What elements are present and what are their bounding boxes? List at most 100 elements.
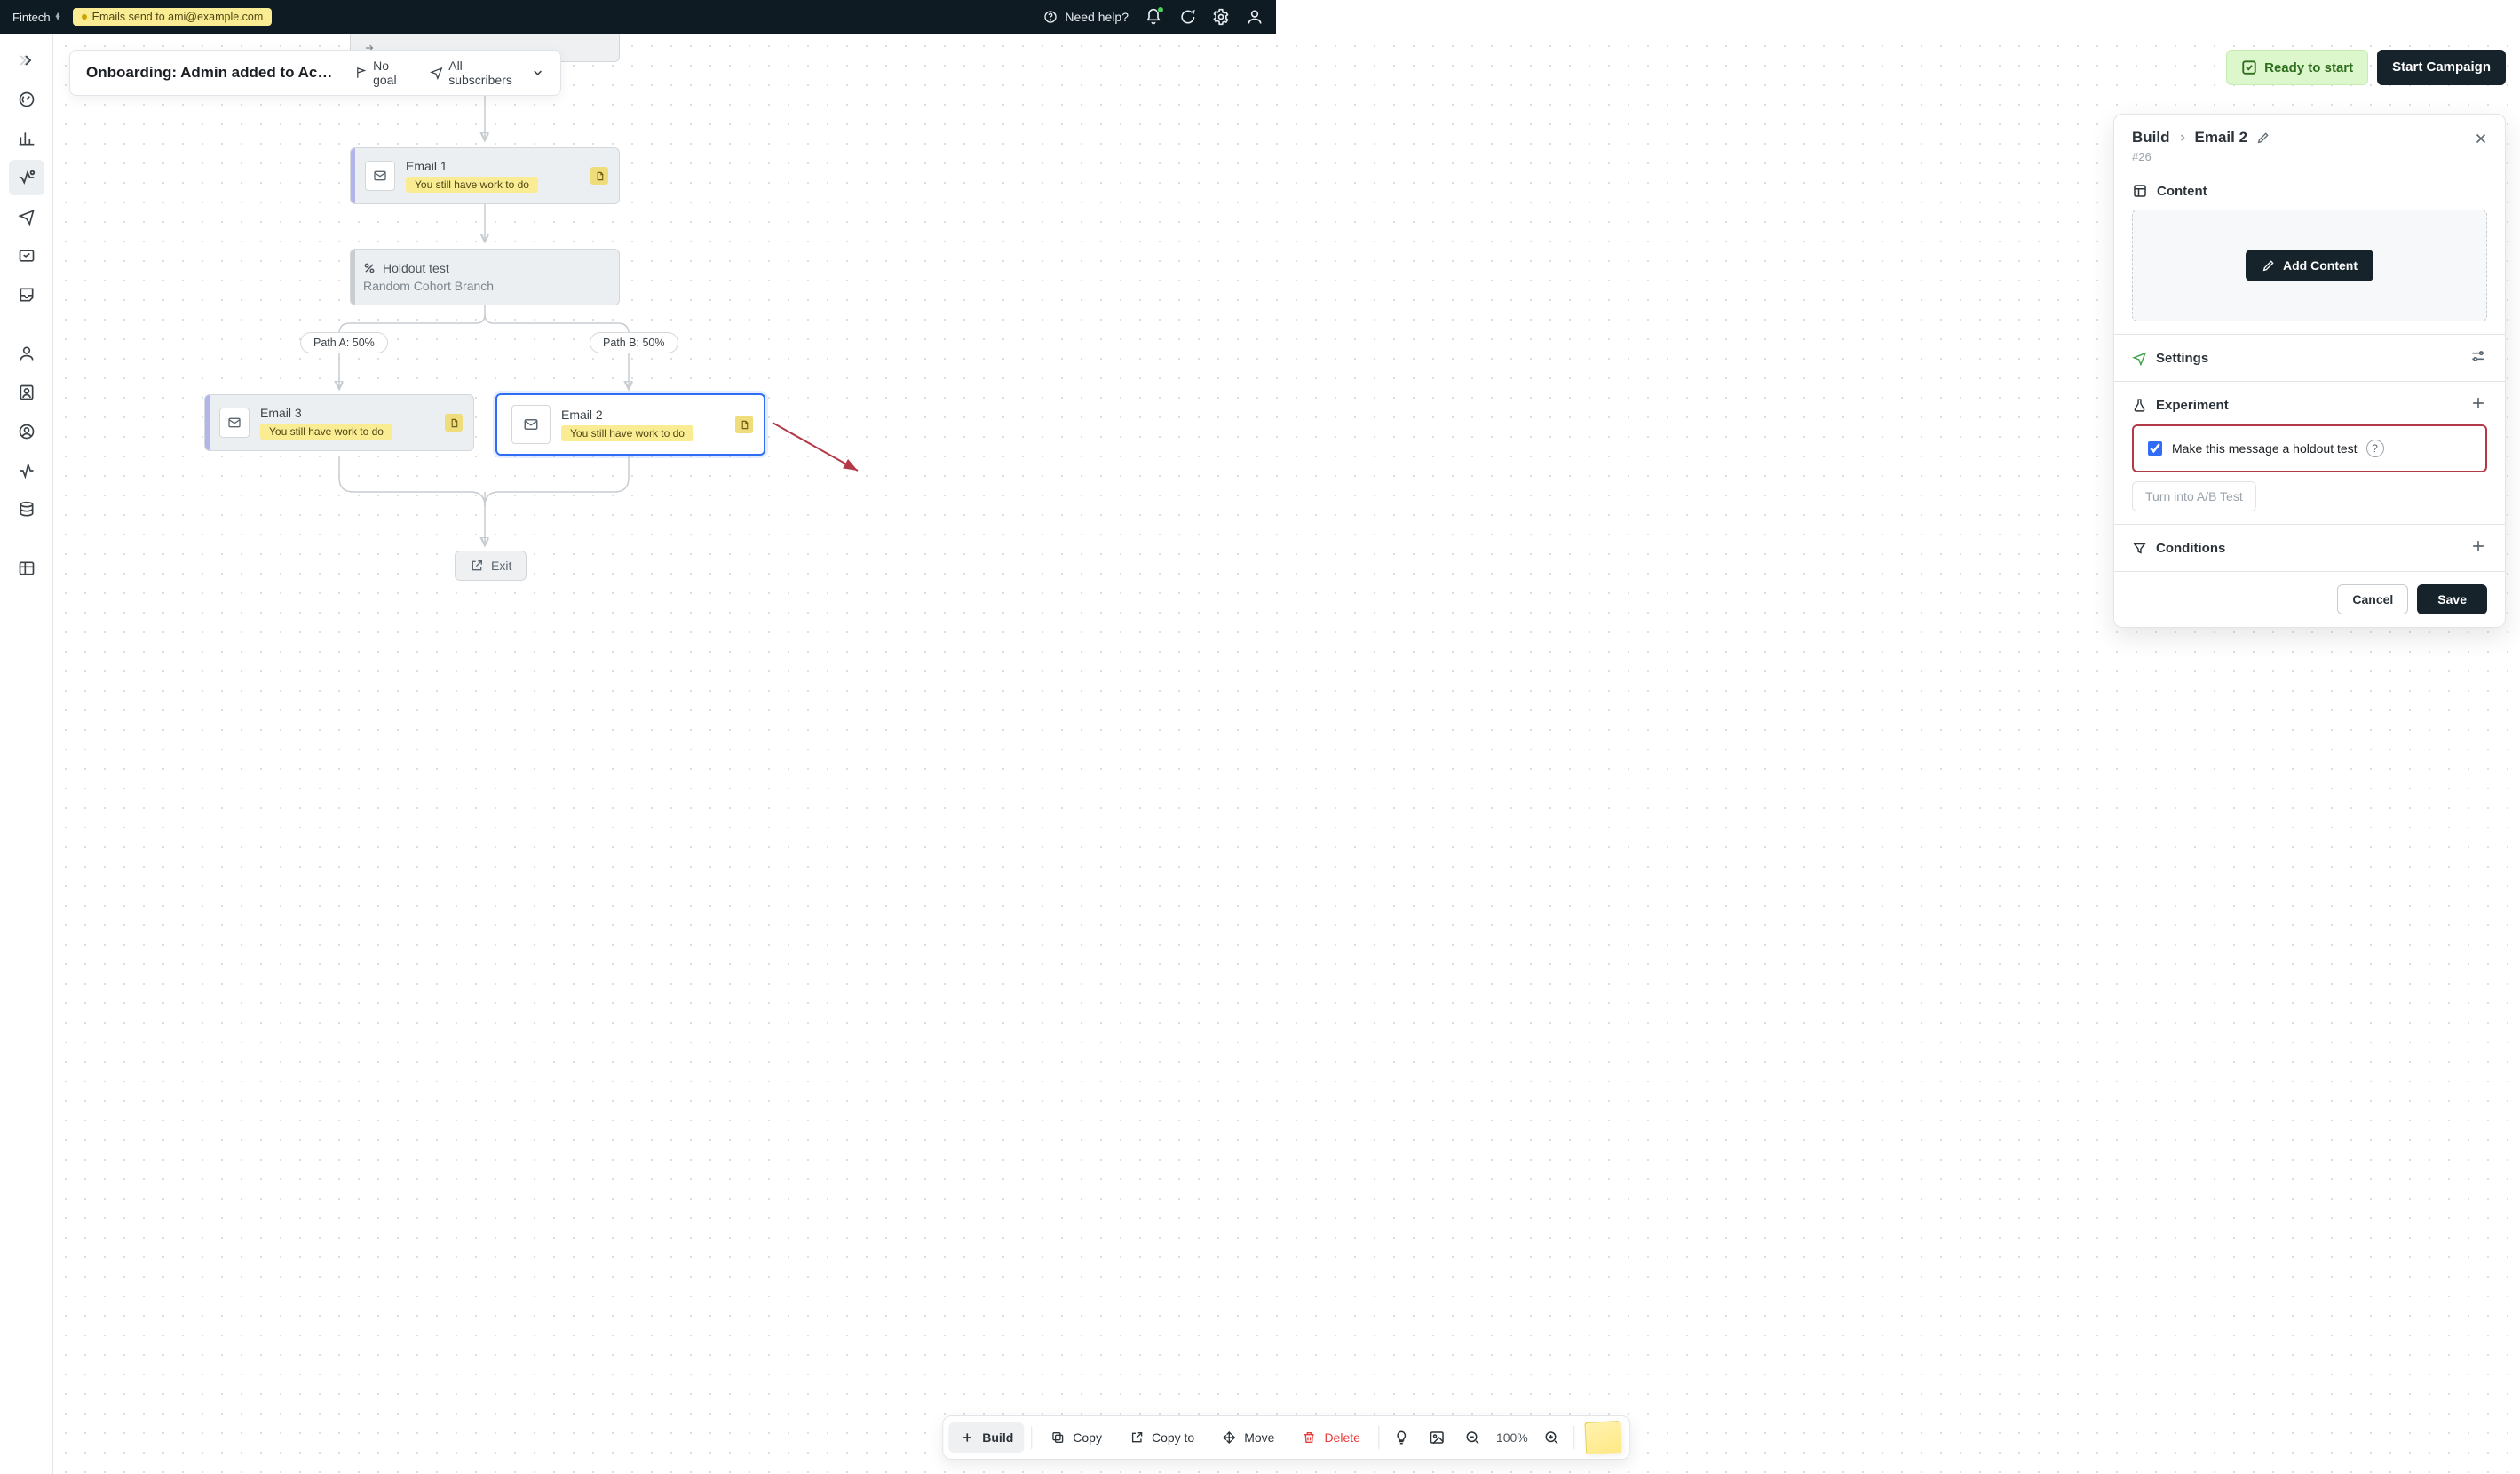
add-content-button[interactable]: Add Content [2246, 250, 2373, 281]
node-exit[interactable]: Exit [455, 551, 527, 581]
section-settings[interactable]: Settings [2114, 334, 2505, 381]
workspace-picker[interactable]: Fintech ▴▾ [12, 11, 60, 24]
add-condition-button[interactable] [2469, 537, 2487, 559]
path-b-pill[interactable]: Path B: 50% [590, 332, 678, 353]
path-a-pill[interactable]: Path A: 50% [300, 332, 388, 353]
sidebar-item-people[interactable] [9, 336, 44, 371]
user-icon[interactable] [1246, 8, 1264, 26]
lightbulb-icon [1393, 1430, 1409, 1446]
zoom-in-icon [1544, 1430, 1560, 1446]
todo-pill: You still have work to do [406, 177, 538, 193]
start-campaign-button[interactable]: Start Campaign [2377, 50, 2506, 85]
sidebar-item-inapp[interactable] [9, 238, 44, 273]
move-icon [1221, 1430, 1237, 1446]
external-link-icon [1129, 1430, 1145, 1446]
holdout-checkbox[interactable] [2148, 441, 2162, 456]
updown-chevrons-icon: ▴▾ [56, 13, 60, 20]
zoom-percent[interactable]: 100% [1493, 1430, 1532, 1445]
sticky-note-button[interactable] [1585, 1421, 1622, 1454]
holdout-callout: Make this message a holdout test ? [2132, 424, 2487, 472]
toolbar-delete-button[interactable]: Delete [1290, 1422, 1370, 1453]
toolbar-image-button[interactable] [1422, 1422, 1452, 1453]
content-dropzone[interactable]: Add Content [2132, 210, 2487, 321]
sidebar-item-segments[interactable] [9, 414, 44, 449]
save-button[interactable]: Save [2417, 584, 2487, 614]
help-label: Need help? [1065, 10, 1129, 24]
envelope-icon [511, 405, 551, 444]
build-label: Build [982, 1430, 1013, 1445]
chevron-down-icon [531, 66, 544, 80]
layout-icon [2132, 183, 2148, 199]
sliders-icon[interactable] [2469, 347, 2487, 368]
audience-label: All subscribers [448, 59, 526, 87]
sidebar-item-broadcasts[interactable] [9, 199, 44, 234]
trash-icon [1301, 1430, 1317, 1446]
chat-icon[interactable] [1178, 8, 1196, 26]
todo-pill: You still have work to do [561, 425, 693, 441]
toolbar-copy-button[interactable]: Copy [1039, 1422, 1113, 1453]
toolbar-move-button[interactable]: Move [1210, 1422, 1285, 1453]
sidebar-item-data[interactable] [9, 492, 44, 527]
cancel-button[interactable]: Cancel [2337, 584, 2408, 614]
sidebar-item-dashboard[interactable] [9, 82, 44, 117]
crumb-root[interactable]: Build [2132, 129, 2170, 147]
node-email-1[interactable]: Email 1 You still have work to do [350, 147, 620, 204]
copy-icon [1050, 1430, 1066, 1446]
node-email-3[interactable]: Email 3 You still have work to do [204, 394, 474, 451]
holdout-label: Make this message a holdout test [2172, 441, 2358, 456]
add-content-label: Add Content [2283, 258, 2358, 273]
sidebar-item-campaigns[interactable] [9, 160, 44, 195]
node-title: Email 2 [561, 408, 603, 422]
sidebar-item-library[interactable] [9, 551, 44, 586]
notification-bell-icon[interactable] [1145, 8, 1162, 26]
node-title: Email 3 [260, 406, 302, 420]
ready-label: Ready to start [2264, 60, 2353, 75]
sidebar-item-contacts[interactable] [9, 375, 44, 410]
node-email-2[interactable]: Email 2 You still have work to do [495, 393, 765, 456]
content-heading: Content [2157, 184, 2207, 199]
help-link[interactable]: Need help? [1042, 8, 1129, 26]
node-accent-bar [351, 250, 355, 305]
check-square-icon [2241, 59, 2257, 75]
copy-to-label: Copy to [1152, 1430, 1194, 1445]
sidebar-collapse-button[interactable] [9, 43, 44, 78]
node-holdout-test[interactable]: Holdout test Random Cohort Branch [350, 249, 620, 305]
settings-heading: Settings [2156, 351, 2208, 366]
topbar: Fintech ▴▾ Emails send to ami@example.co… [0, 0, 1276, 34]
zoom-in-button[interactable] [1537, 1422, 1567, 1453]
draft-badge-icon [445, 414, 463, 432]
context-tag[interactable]: Emails send to ami@example.com [73, 8, 273, 26]
pencil-icon[interactable] [2256, 131, 2270, 145]
panel-close-button[interactable] [2473, 131, 2489, 149]
toolbar-build-button[interactable]: Build [948, 1422, 1024, 1453]
add-experiment-button[interactable] [2469, 394, 2487, 416]
flask-icon [2132, 398, 2147, 413]
flag-icon [354, 66, 368, 80]
goal-label: No goal [373, 59, 414, 87]
draft-badge-icon [735, 416, 753, 433]
section-conditions[interactable]: Conditions [2114, 524, 2505, 571]
inspector-panel: Build Email 2 #26 Content [2113, 114, 2506, 628]
goal-chip[interactable]: No goal [354, 59, 414, 87]
path-a-label: Path A: 50% [313, 337, 375, 349]
funnel-icon [2132, 541, 2147, 556]
toolbar-ideas-button[interactable] [1386, 1422, 1416, 1453]
toolbar-copy-to-button[interactable]: Copy to [1118, 1422, 1205, 1453]
zoom-out-button[interactable] [1457, 1422, 1487, 1453]
turn-into-ab-button[interactable]: Turn into A/B Test [2132, 481, 2256, 511]
holdout-title: Holdout test [383, 261, 449, 275]
campaign-header-card: Onboarding: Admin added to Acco… No goal… [69, 50, 561, 96]
sidebar-item-activity[interactable] [9, 453, 44, 488]
help-tooltip-icon[interactable]: ? [2366, 440, 2384, 457]
sidebar-item-analytics[interactable] [9, 121, 44, 156]
ab-label: Turn into A/B Test [2145, 489, 2243, 503]
ready-to-start-badge[interactable]: Ready to start [2226, 50, 2368, 85]
copy-label: Copy [1073, 1430, 1102, 1445]
context-tag-label: Emails send to ami@example.com [92, 11, 264, 23]
chevron-right-icon [2177, 132, 2188, 143]
workflow-canvas[interactable]: Email 1 You still have work to do Holdou… [53, 34, 2520, 1474]
gear-icon[interactable] [1212, 8, 1230, 26]
pencil-icon [2262, 258, 2276, 273]
sidebar-item-inbox[interactable] [9, 277, 44, 313]
audience-chip[interactable]: All subscribers [430, 59, 544, 87]
